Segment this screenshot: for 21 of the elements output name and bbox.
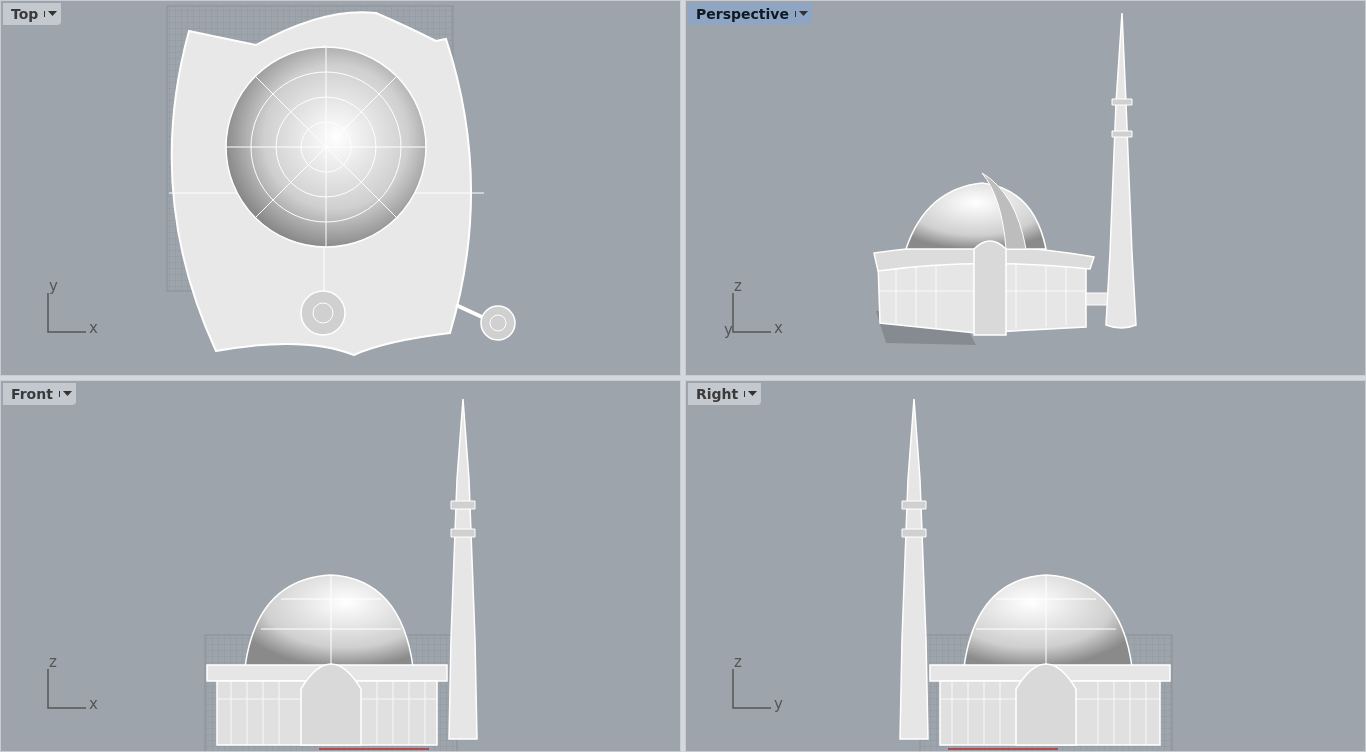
axis-icon — [47, 293, 87, 333]
axis-label: y — [724, 323, 733, 338]
viewport-tab[interactable]: Top — [3, 3, 62, 25]
axis-label: z — [734, 279, 742, 294]
axis-icon — [732, 669, 772, 709]
axis-label: x — [89, 697, 98, 712]
axis-label: y — [49, 279, 58, 294]
axis-icon — [47, 669, 87, 709]
caret-icon — [794, 11, 808, 17]
axis-label: x — [774, 321, 783, 336]
viewport-tab[interactable]: Perspective — [688, 3, 812, 25]
caret-icon — [44, 11, 58, 17]
axis-icon — [732, 293, 772, 333]
axis-label: z — [49, 655, 57, 670]
caret-icon — [744, 391, 758, 397]
axis-label: z — [734, 655, 742, 670]
viewport-tab[interactable]: Right — [688, 383, 762, 405]
viewport-tab[interactable]: Front — [3, 383, 76, 405]
axis-label: y — [774, 697, 783, 712]
caret-icon — [58, 391, 72, 397]
axis-label: x — [89, 321, 98, 336]
